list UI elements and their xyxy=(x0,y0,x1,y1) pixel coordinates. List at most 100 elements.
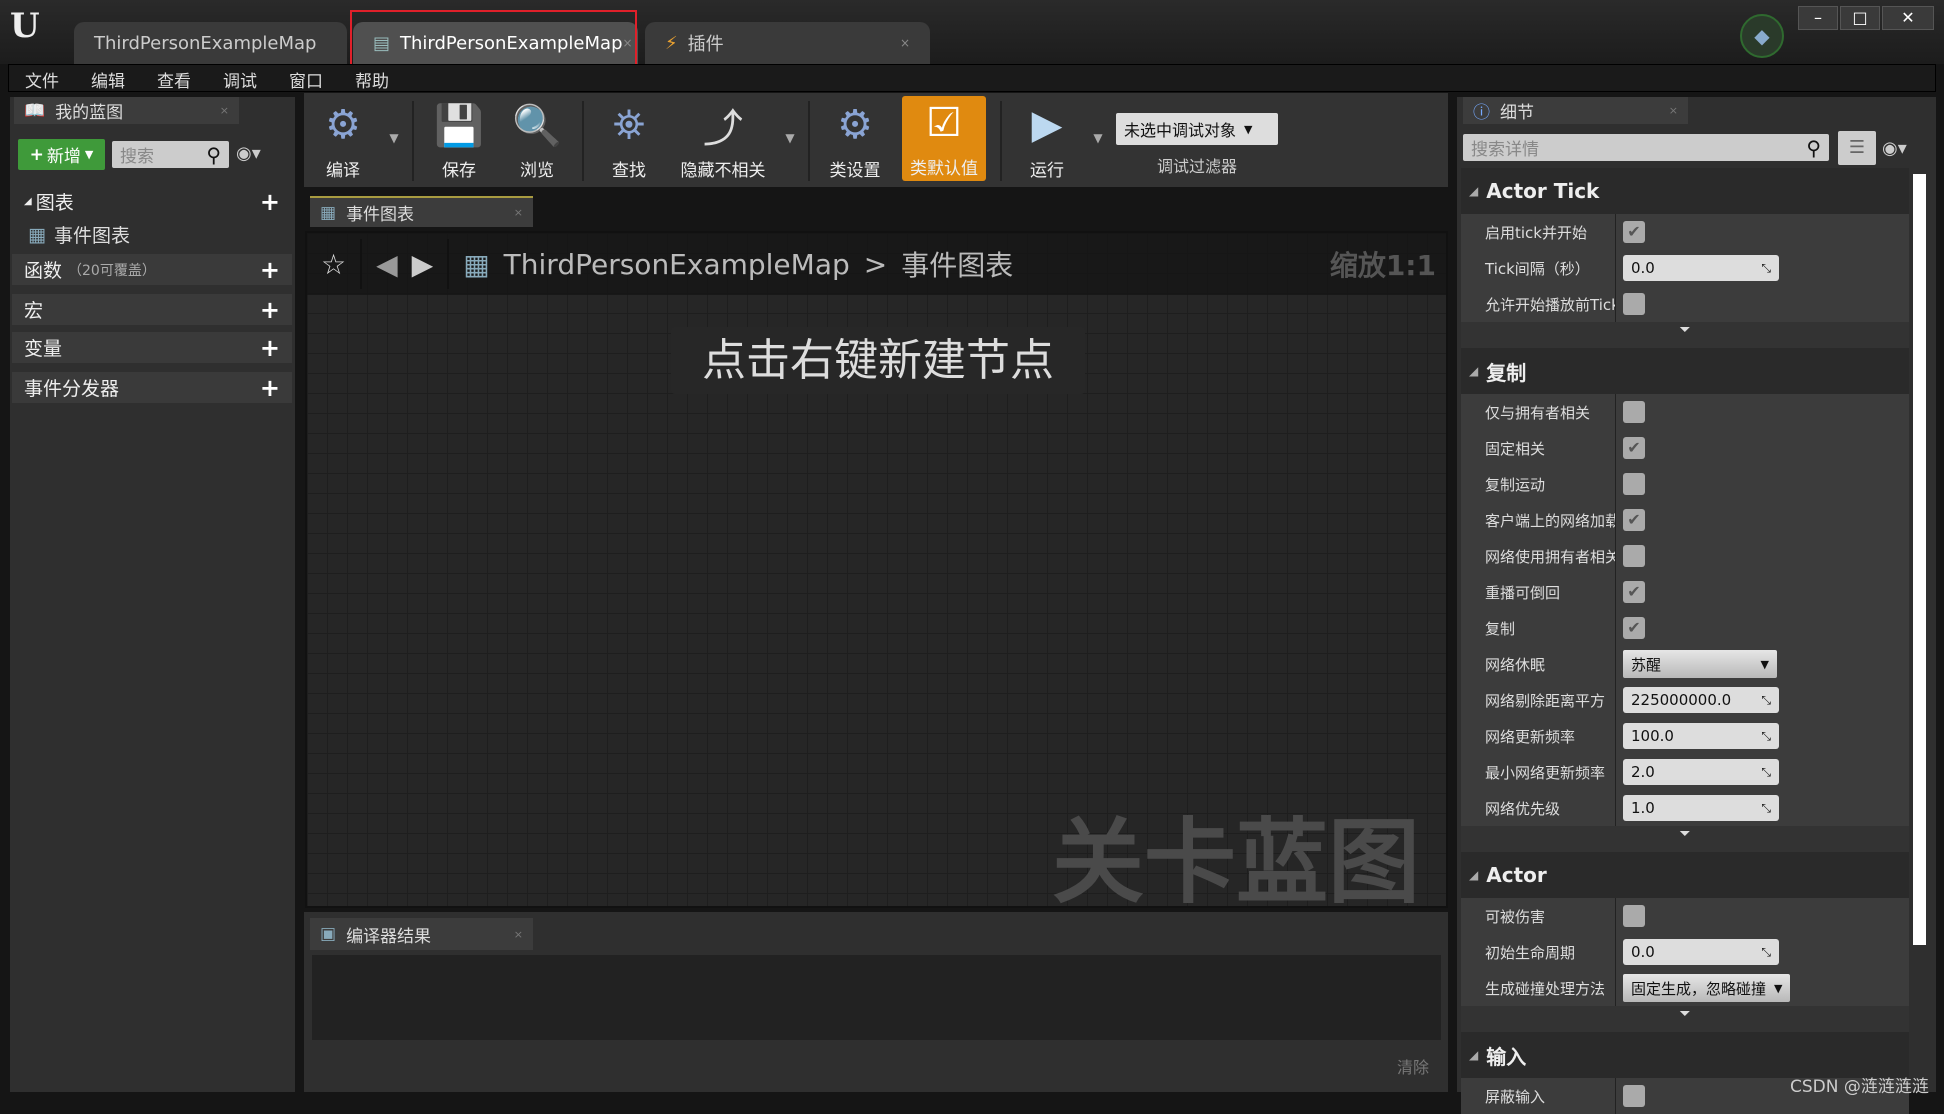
event-graph-canvas[interactable]: ☆ ◀ ▶ ▦ ThirdPersonExampleMap > 事件图表 缩放1:1 … xyxy=(305,231,1448,908)
spin-arrows-icon[interactable]: ⤡ xyxy=(1761,261,1771,276)
tab-details[interactable]: ⓘ 细节 × xyxy=(1463,97,1688,124)
checkbox[interactable]: ✔ xyxy=(1623,437,1645,459)
checkbox[interactable] xyxy=(1623,905,1645,927)
class-defaults-button[interactable]: ☑ 类默认值 xyxy=(902,96,986,181)
checkbox[interactable]: ✔ xyxy=(1623,221,1645,243)
event-graph-label: 事件图表 xyxy=(53,225,130,247)
section-variables[interactable]: 变量 + xyxy=(12,332,292,363)
hide-unrelated-button[interactable]: ⤴ 隐藏不相关 xyxy=(668,100,778,181)
eye-icon[interactable]: ◉▾ xyxy=(1882,138,1907,159)
menu-window[interactable]: 窗口 xyxy=(273,65,339,92)
details-section-header[interactable]: ◢ Actor Tick xyxy=(1461,168,1909,214)
add-macro-icon[interactable]: + xyxy=(260,296,280,324)
selected-value: 固定生成，忽略碰撞 xyxy=(1631,979,1767,998)
add-new-button[interactable]: + 新增 ▼ xyxy=(18,139,105,170)
spin-arrows-icon[interactable]: ⤡ xyxy=(1761,729,1771,744)
toolbar: ⚙ 编译 ▼ 💾 保存 🔍 浏览 ⛯ 查找 ⤴ 隐藏不相关 ▼ ⚙ 类设置 ☑ 类默认值 ▶ 运… xyxy=(304,93,1448,187)
advanced-expander[interactable]: ⏷ xyxy=(1461,826,1909,852)
dropdown-select[interactable]: 苏醒 ▼ xyxy=(1623,650,1777,678)
doc-tab-plugins[interactable]: ⚡ 插件 × xyxy=(645,22,930,64)
property-row: 最小网络更新频率 2.0 ⤡ xyxy=(1461,754,1909,790)
tab-event-graph[interactable]: ▦ 事件图表 × xyxy=(310,196,533,227)
eye-icon[interactable]: ◉▾ xyxy=(236,143,261,164)
details-section-header[interactable]: ◢ Actor xyxy=(1461,852,1909,898)
section-event-dispatchers[interactable]: 事件分发器 + xyxy=(12,372,292,403)
property-matrix-icon[interactable]: ☰ xyxy=(1838,131,1876,165)
menu-help[interactable]: 帮助 xyxy=(339,65,405,92)
advanced-expander[interactable]: ⏷ xyxy=(1461,322,1909,348)
advanced-expander[interactable]: ⏷ xyxy=(1461,1006,1909,1032)
compile-button[interactable]: ⚙ 编译 xyxy=(304,100,382,181)
menu-file[interactable]: 文件 xyxy=(9,65,75,92)
compile-gears-icon: ⚙ xyxy=(325,102,361,148)
checkbox[interactable]: ✔ xyxy=(1623,581,1645,603)
spin-arrows-icon[interactable]: ⤡ xyxy=(1761,765,1771,780)
section-macros[interactable]: 宏 + xyxy=(12,294,292,325)
property-label: Tick间隔（秒） xyxy=(1461,250,1616,286)
dropdown-select[interactable]: 固定生成，忽略碰撞 ▼ xyxy=(1623,974,1791,1002)
close-icon[interactable]: × xyxy=(220,104,229,117)
numeric-input[interactable]: 2.0 ⤡ xyxy=(1623,759,1779,785)
divider xyxy=(1000,101,1002,181)
clear-button[interactable]: 清除 xyxy=(1397,1054,1429,1078)
details-search-input[interactable]: 搜索详情 ⚲ xyxy=(1463,134,1829,161)
menu-debug[interactable]: 调试 xyxy=(207,65,273,92)
numeric-input[interactable]: 0.0 ⤡ xyxy=(1623,939,1779,965)
checkbox[interactable] xyxy=(1623,473,1645,495)
favorite-star-icon[interactable]: ☆ xyxy=(321,248,346,281)
spin-arrows-icon[interactable]: ⤡ xyxy=(1761,801,1771,816)
property-value xyxy=(1616,293,1645,315)
numeric-input[interactable]: 225000000.0 ⤡ xyxy=(1623,687,1779,713)
find-button[interactable]: ⛯ 查找 xyxy=(590,100,668,181)
learn-icon[interactable]: ◆ xyxy=(1740,14,1784,58)
class-settings-button[interactable]: ⚙ 类设置 xyxy=(816,100,894,181)
add-function-icon[interactable]: + xyxy=(260,256,280,284)
spin-arrows-icon[interactable]: ⤡ xyxy=(1761,693,1771,708)
property-row: 允许开始播放前Tick xyxy=(1461,286,1909,322)
numeric-input[interactable]: 100.0 ⤡ xyxy=(1623,723,1779,749)
search-icon: ⚲ xyxy=(1806,135,1821,160)
numeric-input[interactable]: 1.0 ⤡ xyxy=(1623,795,1779,821)
close-icon[interactable]: × xyxy=(514,928,523,941)
add-dispatcher-icon[interactable]: + xyxy=(260,374,280,402)
add-graph-icon[interactable]: + xyxy=(260,188,280,216)
close-icon[interactable]: × xyxy=(1669,104,1678,117)
section-functions[interactable]: 函数 （20可覆盖） + xyxy=(12,254,292,285)
close-icon[interactable]: × xyxy=(900,36,910,50)
tab-compiler-results[interactable]: ▣ 编译器结果 × xyxy=(310,918,533,950)
checkbox[interactable]: ✔ xyxy=(1623,509,1645,531)
compile-options-dropdown[interactable]: ▼ xyxy=(382,131,406,145)
details-scrollbar[interactable] xyxy=(1913,174,1926,945)
close-window-button[interactable]: ✕ xyxy=(1882,6,1934,30)
event-graph-item[interactable]: ▦ 事件图表 xyxy=(28,221,130,248)
save-button[interactable]: 💾 保存 xyxy=(420,100,498,182)
checkbox[interactable] xyxy=(1623,293,1645,315)
forward-arrow-icon[interactable]: ▶ xyxy=(412,248,434,281)
add-variable-icon[interactable]: + xyxy=(260,334,280,362)
breadcrumb-root[interactable]: ThirdPersonExampleMap xyxy=(504,248,850,281)
debug-object-select[interactable]: 未选中调试对象 ▼ xyxy=(1116,113,1278,145)
property-label: 网络剔除距离平方 xyxy=(1461,682,1616,718)
spin-arrows-icon[interactable]: ⤡ xyxy=(1761,945,1771,960)
details-section-header[interactable]: ◢ 复制 xyxy=(1461,348,1909,394)
class-defaults-icon: ☑ xyxy=(926,100,962,146)
menu-edit[interactable]: 编辑 xyxy=(75,65,141,92)
blueprint-search-input[interactable]: 搜索 ⚲ xyxy=(112,141,229,168)
collapse-icon: ◢ xyxy=(1469,1048,1479,1062)
tab-my-blueprint[interactable]: 📖 我的蓝图 × xyxy=(14,97,239,124)
browse-button[interactable]: 🔍 浏览 xyxy=(498,100,576,182)
section-graphs[interactable]: ◢ 图表 + xyxy=(12,186,292,217)
play-options-dropdown[interactable]: ▼ xyxy=(1086,131,1110,145)
minimize-button[interactable]: – xyxy=(1798,6,1838,30)
back-arrow-icon[interactable]: ◀ xyxy=(376,248,398,281)
maximize-button[interactable]: □ xyxy=(1840,6,1880,30)
play-button[interactable]: ▶ 运行 xyxy=(1008,100,1086,181)
close-icon[interactable]: × xyxy=(514,206,523,219)
numeric-input[interactable]: 0.0 ⤡ xyxy=(1623,255,1779,281)
doc-tab-map-1[interactable]: ThirdPersonExampleMap xyxy=(74,22,347,64)
checkbox[interactable] xyxy=(1623,545,1645,567)
checkbox[interactable] xyxy=(1623,401,1645,423)
hide-unrelated-dropdown[interactable]: ▼ xyxy=(778,131,802,145)
menu-view[interactable]: 查看 xyxy=(141,65,207,92)
checkbox[interactable]: ✔ xyxy=(1623,617,1645,639)
